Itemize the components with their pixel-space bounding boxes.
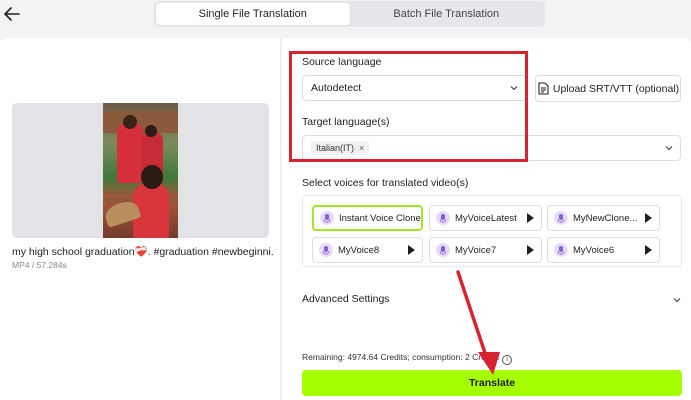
voice-avatar-icon (554, 243, 568, 257)
play-icon[interactable] (408, 245, 415, 255)
target-language-label: Target language(s) (302, 116, 390, 128)
voice-avatar-icon (436, 211, 450, 225)
play-icon[interactable] (645, 213, 652, 223)
source-language-value: Autodetect (311, 82, 362, 94)
voice-name: MyNewClone... (573, 212, 638, 224)
voice-name: Instant Voice Clone (339, 212, 421, 224)
credits-remaining: Remaining: 4974.64 Credits; consumption:… (302, 352, 513, 365)
tab-batch-file-translation[interactable]: Batch File Translation (350, 3, 544, 25)
source-language-select[interactable]: Autodetect (302, 75, 526, 101)
play-icon[interactable] (527, 245, 534, 255)
voice-option[interactable]: MyVoiceLatest (429, 205, 542, 231)
source-language-label: Source language (302, 56, 382, 68)
voice-name: MyVoice6 (573, 244, 615, 256)
tab-bar: Single File Translation Batch File Trans… (154, 1, 545, 27)
video-title: my high school graduation❤️‍🩹. #graduati… (12, 246, 274, 258)
play-icon[interactable] (645, 245, 652, 255)
voice-option[interactable]: MyVoice7 (429, 237, 542, 263)
target-language-select[interactable]: Italian(IT) × (302, 135, 681, 161)
voice-option[interactable]: Instant Voice Clone (312, 205, 423, 231)
voice-name: MyVoice8 (338, 244, 380, 256)
back-button[interactable] (2, 4, 22, 24)
advanced-settings-label: Advanced Settings (302, 293, 390, 305)
advanced-settings-toggle[interactable]: Advanced Settings (302, 293, 682, 307)
voice-option[interactable]: MyVoice6 (547, 237, 660, 263)
voice-option[interactable]: MyVoice8 (312, 237, 423, 263)
chevron-down-icon (673, 298, 681, 303)
voice-avatar-icon (554, 211, 568, 225)
play-icon[interactable] (527, 213, 534, 223)
voice-avatar-icon (436, 243, 450, 257)
voices-label: Select voices for translated video(s) (302, 177, 469, 189)
voice-option[interactable]: MyNewClone... (547, 205, 660, 231)
voice-name: MyVoice7 (455, 244, 497, 256)
document-icon (538, 82, 549, 95)
upload-subtitle-button[interactable]: Upload SRT/VTT (optional) (535, 75, 681, 102)
target-language-chip: Italian(IT) × (311, 141, 370, 155)
voice-name: MyVoiceLatest (455, 212, 517, 224)
chevron-down-icon (665, 146, 673, 151)
target-language-chip-label: Italian(IT) (316, 143, 355, 153)
video-thumbnail (103, 103, 178, 238)
video-meta: MP4 / 57.284s (12, 260, 67, 270)
remove-chip-icon[interactable]: × (359, 143, 364, 153)
page: Single File Translation Batch File Trans… (0, 0, 691, 400)
info-icon[interactable]: i (502, 355, 513, 365)
voice-avatar-icon (319, 243, 333, 257)
chevron-down-icon (510, 86, 518, 91)
translate-button[interactable]: Translate (302, 370, 682, 396)
voice-avatar-icon (320, 211, 334, 225)
tab-single-file-translation[interactable]: Single File Translation (156, 3, 350, 25)
video-player[interactable] (12, 103, 269, 238)
credits-remaining-text: Remaining: 4974.64 Credits; consumption:… (302, 352, 500, 362)
arrow-left-icon (4, 7, 20, 21)
upload-subtitle-label: Upload SRT/VTT (optional) (552, 82, 680, 95)
